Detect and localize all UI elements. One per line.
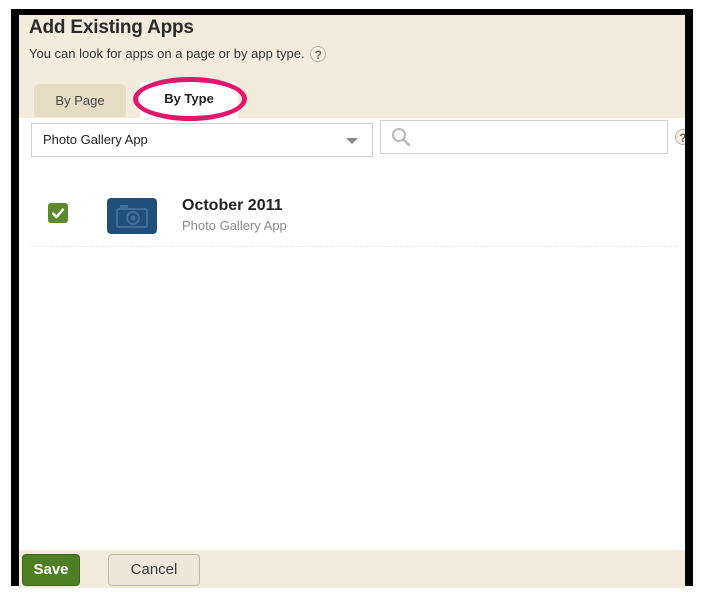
save-button[interactable]: Save [22, 554, 80, 586]
chevron-down-icon [346, 138, 358, 144]
cancel-button[interactable]: Cancel [108, 554, 200, 586]
dialog-subtitle: You can look for apps on a page or by ap… [29, 45, 327, 63]
help-icon[interactable]: ? [310, 45, 327, 62]
camera-icon [107, 198, 157, 234]
add-existing-apps-dialog: Add Existing Apps You can look for apps … [19, 15, 685, 588]
dialog-subtitle-text: You can look for apps on a page or by ap… [29, 46, 305, 61]
checkmark-icon [51, 208, 65, 219]
item-title: October 2011 [182, 197, 283, 214]
dialog-title: Add Existing Apps [29, 17, 194, 38]
list-item[interactable]: October 2011 Photo Gallery App [31, 185, 677, 247]
item-subtitle: Photo Gallery App [182, 218, 287, 233]
search-icon [392, 128, 411, 147]
dialog-header: Add Existing Apps You can look for apps … [19, 15, 685, 121]
dialog-footer: Save Cancel [19, 550, 685, 588]
tab-by-page[interactable]: By Page [34, 84, 126, 117]
highlight-annotation [133, 77, 247, 121]
search-input[interactable] [380, 120, 668, 154]
item-checkbox[interactable] [48, 203, 68, 223]
app-type-select-value: Photo Gallery App [43, 132, 148, 147]
app-type-select[interactable]: Photo Gallery App [31, 123, 373, 157]
help-icon[interactable]: ? [675, 129, 685, 145]
